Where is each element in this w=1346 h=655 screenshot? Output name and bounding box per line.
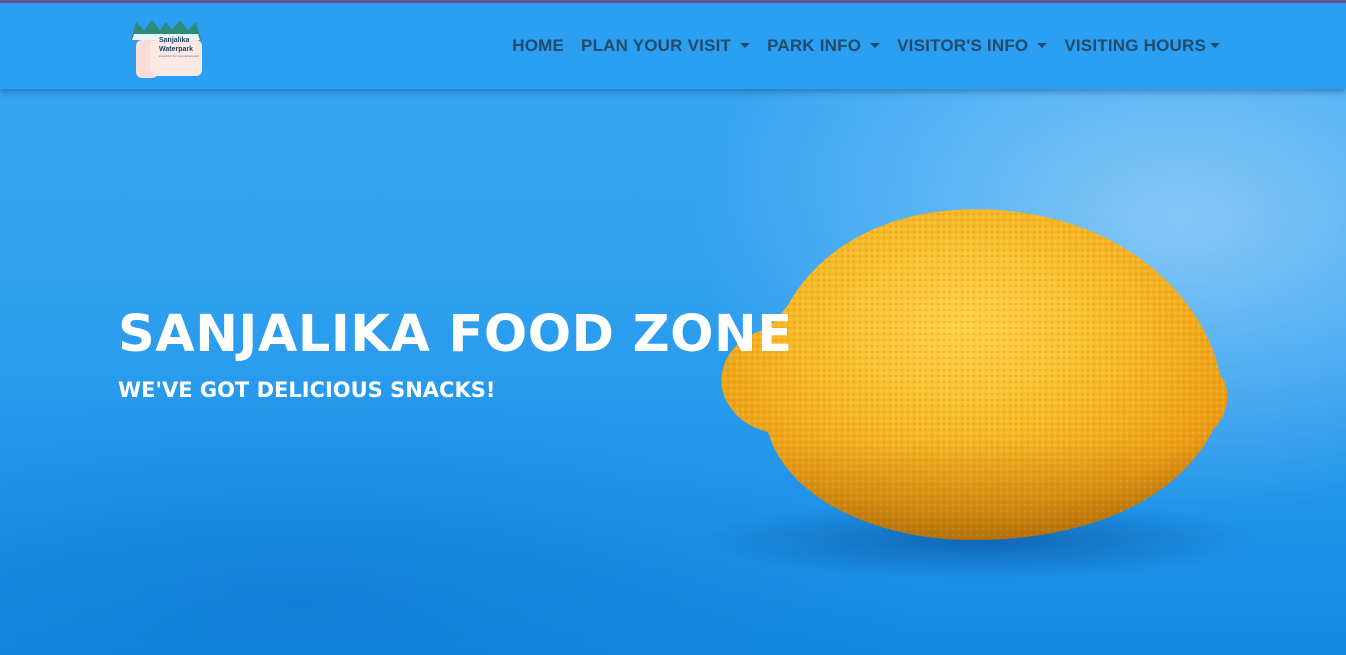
nav-item-plan-your-visit[interactable]: PLAN YOUR VISIT [581,36,751,56]
caret-down-icon [740,42,751,48]
nav-item-label: HOME [512,36,565,55]
nav-item-label: PARK INFO [767,36,862,55]
logo-tagline: a world of fun & entertainment [159,54,199,58]
logo-name-line1: Sanjalika [159,37,190,44]
nav-item-label: PLAN YOUR VISIT [581,36,732,55]
logo-name-line2: Waterpark [159,46,193,53]
top-accent-line [0,0,1346,3]
nav-item-visitors-info[interactable]: VISITOR'S INFO [897,36,1048,56]
nav-item-label: VISITOR'S INFO [897,36,1029,55]
caret-down-icon [1037,42,1048,48]
hero-subtitle: WE'VE GOT DELICIOUS SNACKS! [118,378,496,402]
navbar: Sanjalika Waterpark a world of fun & ent… [0,3,1346,89]
caret-down-icon [1210,42,1220,48]
nav-menu: HOME PLAN YOUR VISIT PARK INFO VISITOR'S… [512,36,1220,56]
nav-item-park-info[interactable]: PARK INFO [767,36,881,56]
nav-item-visiting-hours[interactable]: VISITING HOURS [1064,36,1220,56]
caret-down-icon [870,42,881,48]
page: Sanjalika Waterpark a world of fun & ent… [0,0,1346,655]
logo-name: Sanjalika Waterpark [159,36,203,54]
nav-item-label: VISITING HOURS [1064,36,1206,55]
lemon-image [721,209,1228,540]
hero-title: SANJALIKA FOOD ZONE [118,305,793,364]
nav-item-home[interactable]: HOME [512,36,564,56]
waterpark-logo-icon[interactable]: Sanjalika Waterpark a world of fun & ent… [128,18,204,80]
